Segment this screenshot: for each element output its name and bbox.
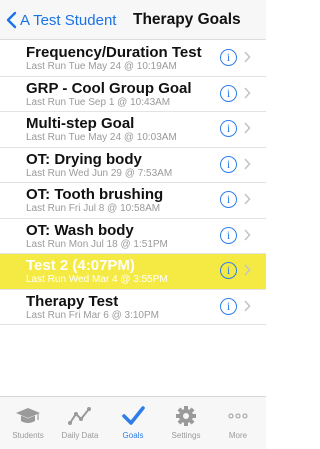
tab-label: Students xyxy=(12,431,44,440)
chevron-right-icon xyxy=(244,122,251,134)
goal-last-run: Last Run Wed Mar 4 @ 3:55PM xyxy=(26,274,168,285)
tab-bar: Students Daily Data Goals Settings More xyxy=(0,396,266,449)
back-button[interactable]: A Test Student xyxy=(6,9,116,31)
goal-row[interactable]: Frequency/Duration Test Last Run Tue May… xyxy=(0,41,266,77)
goal-last-run: Last Run Fri Jul 8 @ 10:58AM xyxy=(26,203,161,214)
goal-name: Test 2 (4:07PM) xyxy=(26,257,135,274)
goal-last-run: Last Run Tue Sep 1 @ 10:43AM xyxy=(26,96,171,108)
graduation-cap-icon xyxy=(16,408,40,423)
chevron-right-icon xyxy=(244,157,251,170)
chevron-right-icon xyxy=(244,86,251,99)
goal-row[interactable]: Therapy Test Last Run Fri Mar 6 @ 3:10PM… xyxy=(0,290,266,325)
tab-label: Settings xyxy=(171,431,201,440)
info-icon[interactable]: i xyxy=(220,226,237,244)
chevron-right-icon xyxy=(244,264,251,276)
line-graph-icon xyxy=(68,407,91,425)
goal-row[interactable]: GRP - Cool Group Goal Last Run Tue Sep 1… xyxy=(0,77,266,112)
chevron-right-icon xyxy=(244,193,251,205)
goal-name: OT: Tooth brushing xyxy=(26,186,164,203)
goal-row[interactable]: OT: Tooth brushing Last Run Fri Jul 8 @ … xyxy=(0,183,266,219)
goal-row[interactable]: Multi-step Goal Last Run Tue May 24 @ 10… xyxy=(0,112,266,148)
back-button-label: A Test Student xyxy=(20,11,117,29)
info-icon[interactable]: i xyxy=(220,297,237,315)
goal-name: Frequency/Duration Test xyxy=(26,44,202,61)
goal-name: OT: Drying body xyxy=(26,150,142,168)
tab-settings[interactable]: Settings xyxy=(161,397,211,449)
chevron-right-icon xyxy=(244,228,251,241)
info-icon[interactable]: i xyxy=(220,155,237,173)
goal-row-selected[interactable]: Test 2 (4:07PM) Last Run Wed Mar 4 @ 3:5… xyxy=(0,254,266,290)
goal-row[interactable]: OT: Drying body Last Run Wed Jun 29 @ 7:… xyxy=(0,148,266,183)
chevron-right-icon xyxy=(244,299,251,312)
checkmark-icon xyxy=(122,406,145,425)
gear-icon xyxy=(176,406,196,426)
tab-label: More xyxy=(228,431,248,440)
goal-last-run: Last Run Wed Jun 29 @ 7:53AM xyxy=(26,167,173,179)
chevron-right-icon xyxy=(244,51,251,63)
goal-name: Multi-step Goal xyxy=(26,115,135,132)
goals-list: Frequency/Duration Test Last Run Tue May… xyxy=(0,41,266,325)
tab-students[interactable]: Students xyxy=(3,397,53,449)
goal-name: OT: Wash body xyxy=(26,221,134,239)
chevron-left-icon xyxy=(6,11,17,29)
tab-label: Daily Data xyxy=(61,431,99,440)
tab-label: Goals xyxy=(122,431,144,440)
tab-goals[interactable]: Goals xyxy=(108,397,158,449)
goal-row[interactable]: OT: Wash body Last Run Mon Jul 18 @ 1:51… xyxy=(0,219,266,254)
tab-more[interactable]: More xyxy=(213,397,263,449)
goal-last-run: Last Run Mon Jul 18 @ 1:51PM xyxy=(26,238,168,250)
more-dots-icon xyxy=(228,413,248,419)
page-title: Therapy Goals xyxy=(133,11,241,28)
info-icon[interactable]: i xyxy=(220,191,237,208)
goal-last-run: Last Run Tue May 24 @ 10:19AM xyxy=(26,61,177,72)
info-icon[interactable]: i xyxy=(220,262,237,279)
navigation-bar: A Test Student Therapy Goals xyxy=(0,0,266,40)
info-icon[interactable]: i xyxy=(220,49,237,66)
goal-last-run: Last Run Fri Mar 6 @ 3:10PM xyxy=(26,309,159,321)
tab-daily-data[interactable]: Daily Data xyxy=(55,397,105,449)
goal-name: Therapy Test xyxy=(26,292,119,310)
info-icon[interactable]: i xyxy=(220,84,237,102)
goal-last-run: Last Run Tue May 24 @ 10:03AM xyxy=(26,132,177,143)
goal-name: GRP - Cool Group Goal xyxy=(26,79,192,97)
info-icon[interactable]: i xyxy=(220,120,237,137)
